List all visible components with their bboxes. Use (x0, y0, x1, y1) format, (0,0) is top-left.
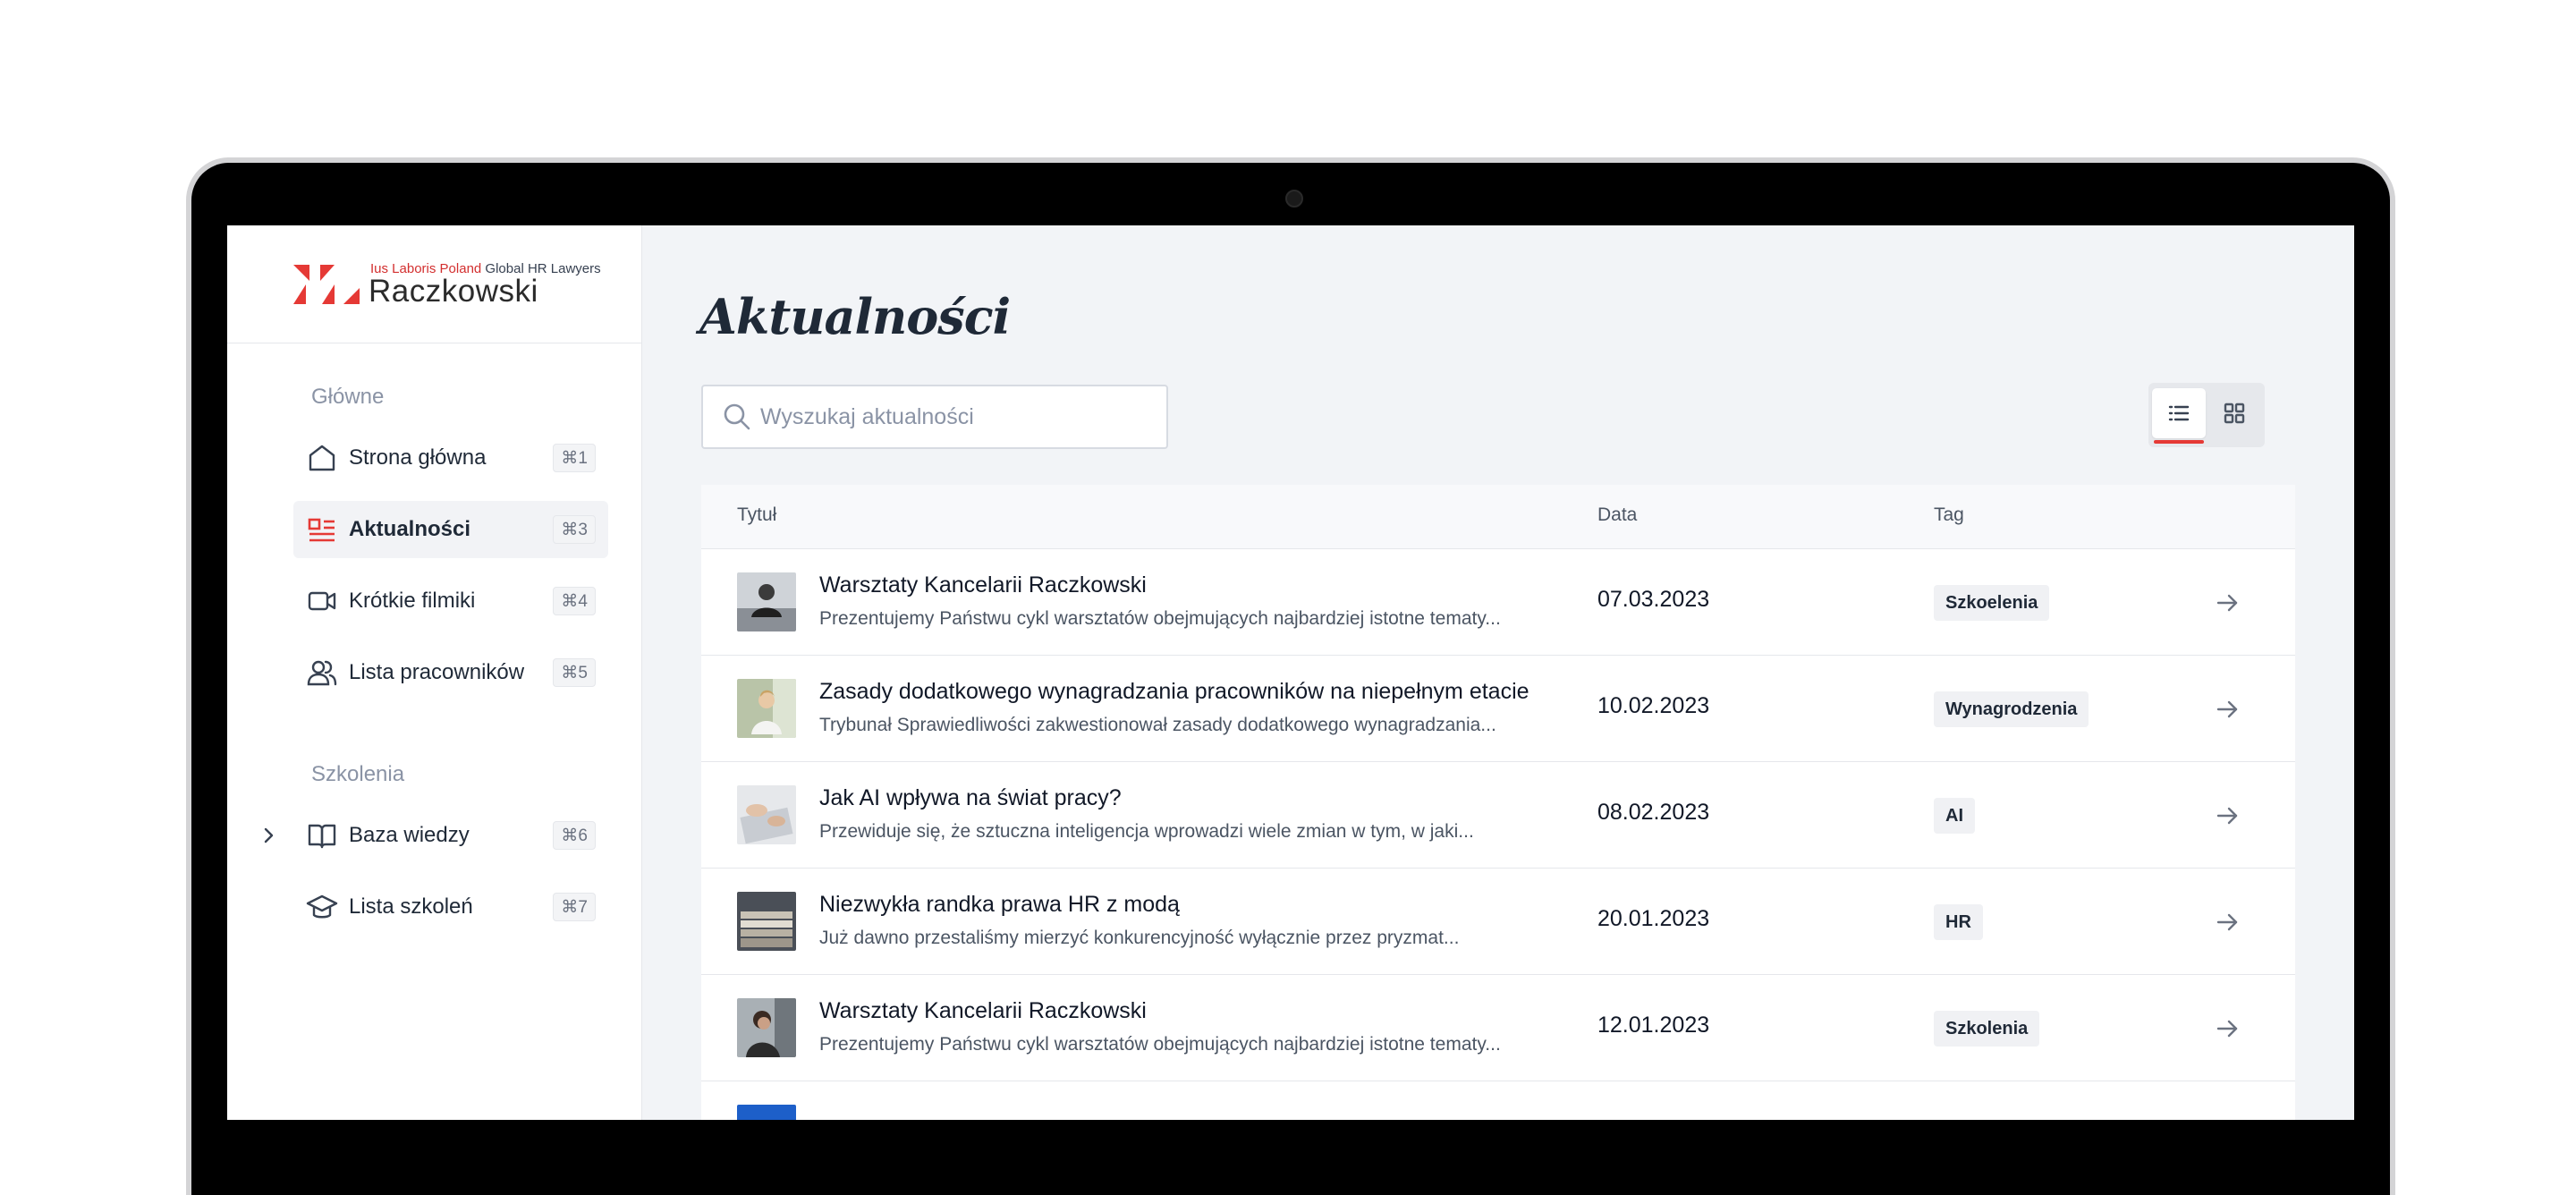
shortcut-badge: ⌘5 (553, 658, 596, 687)
article-title[interactable]: Zasady dodatkowego wynagradzania pracown… (819, 679, 1530, 705)
article-thumbnail (737, 785, 796, 844)
article-date: 07.03.2023 (1597, 587, 1710, 612)
article-title[interactable]: Warsztaty Kancelarii Raczkowski (819, 998, 1147, 1024)
sidebar-item-videos[interactable]: Krótkie filmiki ⌘4 (293, 572, 608, 630)
article-date: 20.01.2023 (1597, 906, 1710, 931)
article-title[interactable]: Niezwykła randka prawa HR z modą (819, 892, 1180, 918)
graduation-cap-icon (306, 891, 338, 923)
nav-section-training: Szkolenia Baza wiedzy ⌘6 Lista szkoleń ⌘… (264, 762, 608, 950)
article-excerpt: Przewiduje się, że sztuczna inteligencja… (819, 821, 1474, 842)
table-row[interactable]: Zasady dodatkowego wynagradzania pracown… (701, 656, 2295, 762)
table-row[interactable]: Warsztaty Kancelarii Raczkowski Prezentu… (701, 549, 2295, 656)
sidebar-item-label: Baza wiedzy (349, 823, 470, 847)
article-tag: HR (1934, 904, 1983, 940)
list-icon (2168, 405, 2190, 421)
camera-dot (1285, 190, 1303, 208)
article-excerpt: Prezentujemy Państwu cykl warsztatów obe… (819, 608, 1501, 629)
section-title-training: Szkolenia (311, 762, 405, 786)
article-excerpt: Prezentujemy Państwu cykl warsztatów obe… (819, 1034, 1501, 1055)
article-date: 12.01.2023 (1597, 1013, 1710, 1038)
article-thumbnail (737, 572, 796, 631)
list-view-button[interactable] (2152, 388, 2206, 444)
sidebar-item-news[interactable]: Aktualności ⌘3 (293, 501, 608, 558)
search-icon (724, 403, 750, 430)
article-title[interactable]: Warsztaty Kancelarii Raczkowski (819, 572, 1147, 598)
search-box[interactable] (701, 385, 1168, 449)
article-excerpt: Już dawno przestaliśmy mierzyć konkurenc… (819, 928, 1460, 948)
news-icon (306, 513, 338, 546)
article-date: 10.02.2023 (1597, 693, 1710, 718)
sidebar-item-label: Lista szkoleń (349, 894, 473, 919)
article-thumbnail (737, 998, 796, 1057)
sidebar-item-knowledge-base[interactable]: Baza wiedzy ⌘6 (264, 807, 608, 864)
nav-section-main: Główne Strona główna ⌘1 Aktualności ⌘3 K… (293, 385, 608, 716)
sidebar-item-label: Strona główna (349, 445, 487, 470)
chevron-right-icon[interactable] (258, 825, 279, 846)
shortcut-badge: ⌘3 (553, 515, 596, 544)
sidebar-item-trainings[interactable]: Lista szkoleń ⌘7 (293, 878, 608, 936)
sidebar: Ius Laboris Poland Global HR Lawyers Rac… (227, 225, 642, 1120)
article-tag: Szkoelenia (1934, 585, 2050, 621)
article-thumbnail (737, 1105, 796, 1120)
column-header-title: Tytuł (737, 504, 777, 525)
article-tag: Wynagrodzenia (1934, 691, 2089, 727)
article-thumbnail (737, 892, 796, 951)
article-excerpt: Trybunał Sprawiedliwości zakwestionował … (819, 715, 1496, 735)
shortcut-badge: ⌘7 (553, 893, 596, 921)
article-date: 08.02.2023 (1597, 800, 1710, 825)
book-icon (306, 819, 338, 852)
shortcut-badge: ⌘1 (553, 444, 596, 472)
logo-area: Ius Laboris Poland Global HR Lawyers Rac… (227, 225, 641, 343)
sidebar-item-label: Aktualności (349, 517, 471, 541)
article-thumbnail (737, 679, 796, 738)
arrow-right-icon[interactable] (2213, 589, 2241, 617)
app-screen: Ius Laboris Poland Global HR Lawyers Rac… (227, 225, 2354, 1120)
home-icon (306, 442, 338, 474)
section-title-main: Główne (311, 385, 385, 409)
column-header-date: Data (1597, 504, 1638, 525)
table-row[interactable] (701, 1081, 2295, 1120)
view-toggle (2148, 383, 2265, 447)
sidebar-item-label: Lista pracowników (349, 660, 525, 684)
table-row[interactable]: Niezwykła randka prawa HR z modą Już daw… (701, 869, 2295, 975)
article-title[interactable]: Jak AI wpływa na świat pracy? (819, 785, 1122, 811)
brand-name: Raczkowski (369, 274, 538, 309)
laptop-frame: Ius Laboris Poland Global HR Lawyers Rac… (186, 157, 2395, 1195)
page-title: Aktualności (699, 288, 1011, 345)
arrow-right-icon[interactable] (2213, 1014, 2241, 1043)
main-content: Aktualności Tytuł Data Tag (642, 225, 2354, 1120)
column-header-tag: Tag (1934, 504, 1964, 525)
grid-view-button[interactable] (2207, 388, 2261, 438)
arrow-right-icon[interactable] (2213, 908, 2241, 937)
news-table: Tytuł Data Tag Warsztaty Kancelarii Racz… (701, 485, 2295, 1120)
sidebar-item-employees[interactable]: Lista pracowników ⌘5 (293, 644, 608, 701)
arrow-right-icon[interactable] (2213, 695, 2241, 724)
video-icon (306, 585, 338, 617)
table-row[interactable]: Warsztaty Kancelarii Raczkowski Prezentu… (701, 975, 2295, 1081)
shortcut-badge: ⌘6 (553, 821, 596, 850)
grid-icon (2224, 403, 2245, 424)
article-tag: Szkolenia (1934, 1011, 2040, 1047)
search-input[interactable] (760, 403, 1136, 430)
table-row[interactable]: Jak AI wpływa na świat pracy? Przewiduje… (701, 762, 2295, 869)
brand-logo-mark (293, 265, 360, 304)
sidebar-item-label: Krótkie filmiki (349, 589, 476, 613)
shortcut-badge: ⌘4 (553, 587, 596, 615)
arrow-right-icon[interactable] (2213, 801, 2241, 830)
table-header: Tytuł Data Tag (701, 485, 2295, 549)
article-tag: AI (1934, 798, 1975, 834)
sidebar-item-home[interactable]: Strona główna ⌘1 (293, 429, 608, 487)
users-icon (306, 657, 338, 689)
